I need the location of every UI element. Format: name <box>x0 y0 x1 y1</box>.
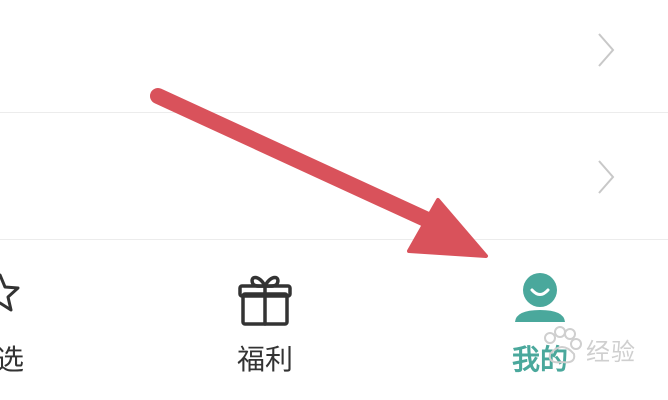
chevron-right-icon <box>598 33 615 67</box>
user-profile-icon <box>515 273 565 322</box>
tab-label: 福利 <box>236 343 293 376</box>
tab-label: 选 <box>0 343 24 376</box>
tab-mine[interactable]: 我的 <box>495 240 585 400</box>
list-item[interactable] <box>0 0 668 113</box>
tab-label: 我的 <box>511 343 568 376</box>
tab-welfare[interactable]: 福利 <box>225 240 305 400</box>
gift-icon <box>238 275 292 326</box>
chevron-right-icon <box>598 160 615 194</box>
bottom-tab-bar: 选 福利 我的 <box>0 240 668 400</box>
star-icon <box>0 273 20 312</box>
tab-discover[interactable]: 选 <box>0 240 40 400</box>
list-item[interactable] <box>0 113 668 240</box>
